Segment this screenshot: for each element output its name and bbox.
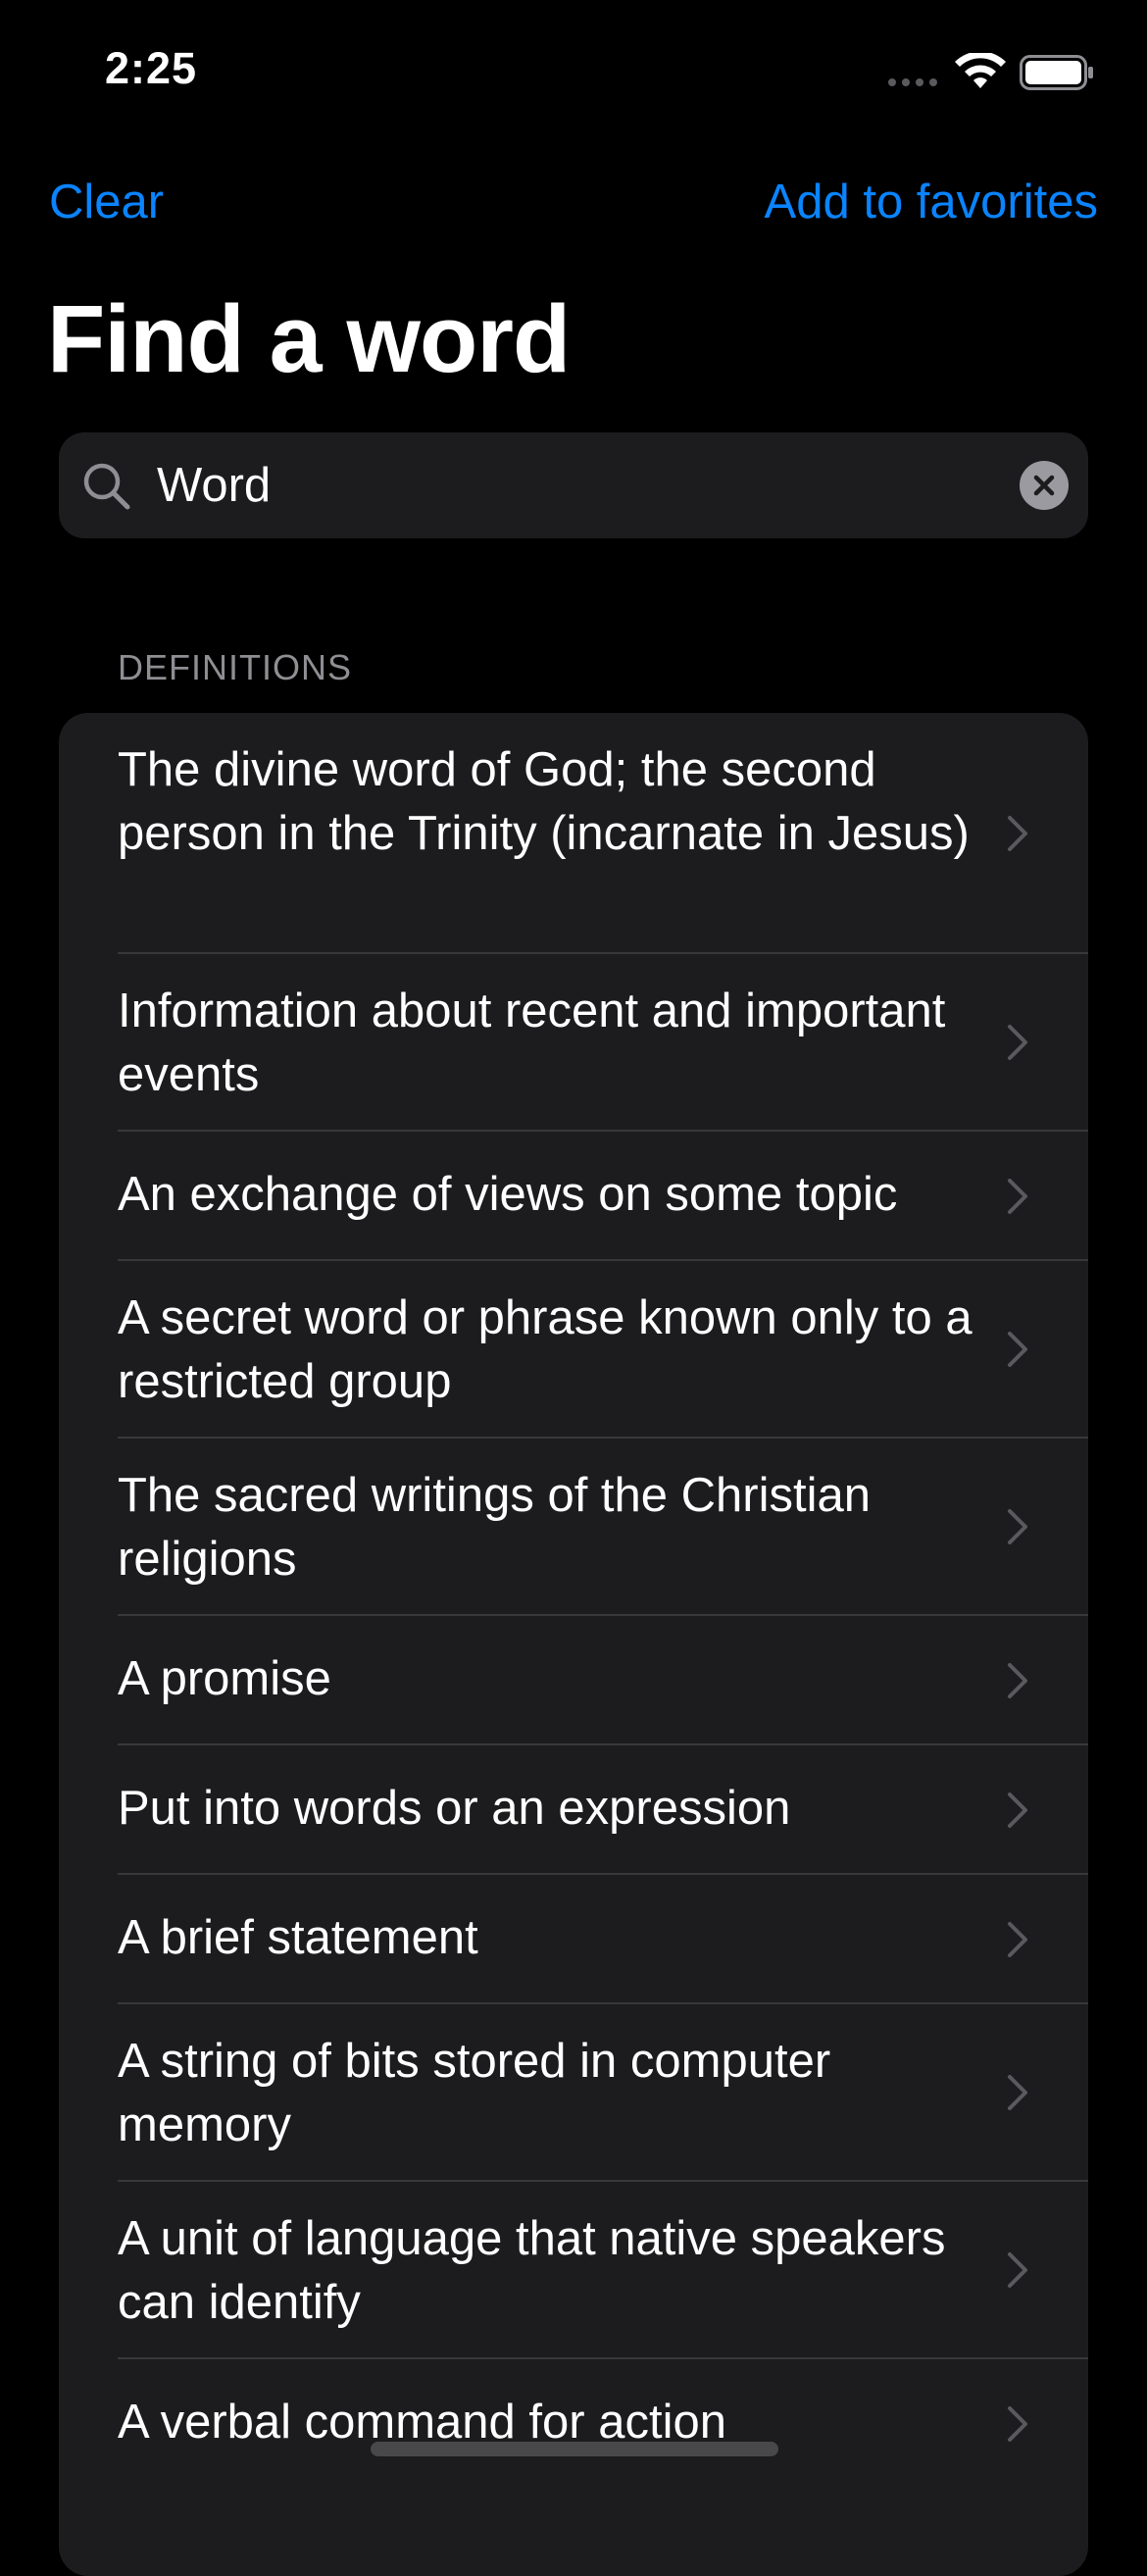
definition-text: A promise [118,1652,331,1705]
status-time: 2:25 [105,43,198,93]
chevron-right-icon [1008,1025,1027,1060]
search-field[interactable] [59,432,1088,538]
list-item[interactable]: Put into words or an expression [59,1745,1088,1875]
add-to-favorites-button[interactable]: Add to favorites [765,175,1098,229]
battery-icon [1020,55,1093,90]
definition-text: An exchange of views on some topic [118,1168,898,1221]
list-item[interactable]: A secret word or phrase known only to a … [59,1261,1088,1439]
clear-search-icon[interactable] [1020,461,1069,510]
chevron-right-icon [1008,1922,1027,1957]
definition-text: A brief statement [118,1911,478,1964]
definition-text: The divine word of God; the second perso… [118,743,970,860]
list-item[interactable]: A promise [59,1616,1088,1745]
list-item[interactable]: The sacred writings of the Christian rel… [59,1439,1088,1616]
page-title: Find a word [47,285,571,392]
search-icon [83,463,130,510]
home-indicator[interactable] [371,2442,778,2456]
list-item[interactable]: A brief statement [59,1875,1088,2004]
chevron-right-icon [1008,1179,1027,1214]
definition-text: A secret word or phrase known only to a … [118,1291,972,1408]
list-item[interactable]: A string of bits stored in computer memo… [59,2004,1088,2182]
chevron-right-icon [1008,1332,1027,1367]
chevron-right-icon [1008,2406,1027,2442]
definition-text: A string of bits stored in computer memo… [118,2035,831,2151]
list-item[interactable]: Information about recent and important e… [59,954,1088,1132]
chevron-right-icon [1008,2075,1027,2110]
wifi-icon [955,53,1006,88]
chevron-right-icon [1008,1509,1027,1544]
search-input[interactable] [157,450,961,521]
definition-text: Put into words or an expression [118,1782,791,1835]
definition-text: A unit of language that native speakers … [118,2212,946,2329]
chevron-right-icon [1008,816,1027,851]
clear-button[interactable]: Clear [49,175,164,229]
chevron-right-icon [1008,1663,1027,1698]
list-item[interactable]: A verbal command for action [59,2359,1088,2489]
list-item[interactable]: A unit of language that native speakers … [59,2182,1088,2359]
status-bar: 2:25 [0,0,1147,147]
definition-text: The sacred writings of the Christian rel… [118,1469,871,1586]
list-item[interactable]: The divine word of God; the second perso… [59,713,1088,954]
section-header-definitions: DEFINITIONS [118,647,353,687]
chevron-right-icon [1008,2252,1027,2288]
list-item[interactable]: An exchange of views on some topic [59,1132,1088,1261]
chevron-right-icon [1008,1793,1027,1828]
cellular-signal-icon [888,78,937,86]
definitions-list: The divine word of God; the second perso… [59,713,1088,2576]
definition-text: Information about recent and important e… [118,985,946,1101]
